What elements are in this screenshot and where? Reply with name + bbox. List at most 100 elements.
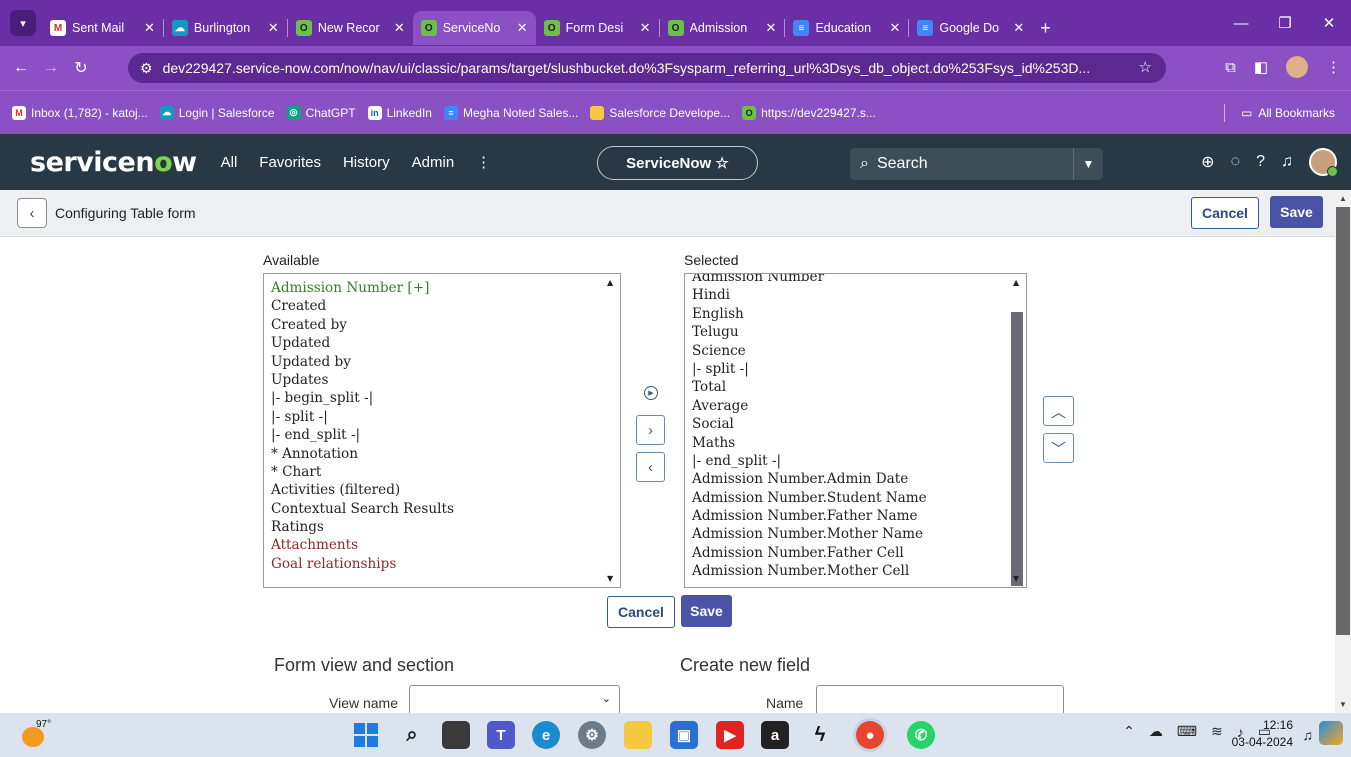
selected-option[interactable]: Total xyxy=(685,378,1026,396)
windows-start-icon[interactable] xyxy=(352,721,380,749)
side-panel-icon[interactable]: ◧ xyxy=(1254,58,1268,76)
selected-listbox[interactable]: Admission Number Hindi English Telugu Scienc… xyxy=(684,273,1027,588)
whatsapp-icon[interactable]: ✆ xyxy=(907,721,935,749)
cancel-button[interactable]: Cancel xyxy=(607,596,675,628)
browser-menu-icon[interactable]: ⋮ xyxy=(1326,58,1341,76)
bookmark-item[interactable]: M Inbox (1,782) - katoj... xyxy=(12,105,148,120)
globe-icon[interactable]: ⊕ xyxy=(1201,152,1214,172)
all-bookmarks[interactable]: ▭ All Bookmarks xyxy=(1223,104,1335,122)
bookmark-star-icon[interactable]: ☆ xyxy=(1139,58,1152,76)
close-tab-icon[interactable]: ✕ xyxy=(1013,20,1024,36)
page-scrollbar-thumb[interactable] xyxy=(1336,207,1350,635)
remove-from-selected-button[interactable]: ‹ xyxy=(636,452,665,482)
selected-option[interactable]: Average xyxy=(685,397,1026,415)
onedrive-icon[interactable]: ☁ xyxy=(1149,723,1163,740)
back-button[interactable]: ‹ xyxy=(17,198,47,228)
forward-arrow-icon[interactable]: → xyxy=(36,59,66,77)
available-scrollbar[interactable]: ▲ ▼ xyxy=(603,274,620,587)
minimize-icon[interactable]: — xyxy=(1219,15,1263,32)
selected-option[interactable]: Admission Number.Mother Cell xyxy=(685,562,1026,580)
close-tab-icon[interactable]: ✕ xyxy=(268,20,279,36)
close-tab-icon[interactable]: ✕ xyxy=(766,20,777,36)
help-icon[interactable]: ? xyxy=(1256,153,1265,171)
global-search[interactable]: ⌕ Search ▼ xyxy=(850,148,1103,180)
browser-tab[interactable]: M Sent Mail ✕ xyxy=(42,11,163,45)
scroll-up-icon[interactable]: ▲ xyxy=(1013,278,1019,287)
available-option[interactable]: Created by xyxy=(264,316,620,334)
close-window-icon[interactable]: ✕ xyxy=(1307,14,1351,32)
close-tab-icon[interactable]: ✕ xyxy=(517,20,528,36)
keyboard-icon[interactable]: ⌨ xyxy=(1177,723,1197,740)
move-down-button[interactable]: ﹀ xyxy=(1043,433,1074,463)
nav-admin[interactable]: Admin xyxy=(412,154,455,171)
selected-option[interactable]: Science xyxy=(685,342,1026,360)
bookmark-item[interactable]: Ohttps://dev229427.s... xyxy=(742,105,876,120)
bookmark-item[interactable]: ◎ ChatGPT xyxy=(286,105,356,120)
save-button[interactable]: Save xyxy=(681,595,732,627)
wifi-icon[interactable]: ≋ xyxy=(1211,723,1223,740)
bookmark-item[interactable]: ≡ Megha Noted Sales... xyxy=(443,105,578,120)
url-text[interactable]: dev229427.service-now.com/now/nav/ui/cla… xyxy=(163,60,1123,76)
selected-option[interactable]: Admission Number.Admin Date xyxy=(685,470,1026,488)
browser-tab[interactable]: O ServiceNo ✕ xyxy=(412,11,536,45)
more-menu-icon[interactable]: ⋮ xyxy=(476,153,491,171)
site-info-icon[interactable]: ⚙ xyxy=(140,60,153,77)
available-option[interactable]: Ratings xyxy=(264,518,620,536)
selected-option[interactable]: Admission Number.Student Name xyxy=(685,489,1026,507)
settings-gear-icon[interactable]: ⚙ xyxy=(578,721,606,749)
selected-option[interactable]: English xyxy=(685,305,1026,323)
scope-pill[interactable]: ServiceNow ☆ xyxy=(597,146,758,180)
available-option[interactable]: * Chart xyxy=(264,463,620,481)
available-option[interactable]: Updated xyxy=(264,334,620,352)
available-option[interactable]: Attachments xyxy=(264,536,620,554)
scroll-up-icon[interactable]: ▲ xyxy=(607,278,613,287)
available-option[interactable]: Admission Number [+] xyxy=(264,279,620,297)
header-save-button[interactable]: Save xyxy=(1270,196,1323,228)
preview-icon[interactable]: ▶ xyxy=(644,386,658,400)
bookmark-item[interactable]: Salesforce Develope... xyxy=(590,105,730,120)
bookmark-item[interactable]: ☁ Login | Salesforce xyxy=(159,105,275,120)
copilot-icon[interactable] xyxy=(1319,721,1343,745)
available-option[interactable]: Activities (filtered) xyxy=(264,481,620,499)
browser-tab[interactable]: ≡ Google Do ✕ xyxy=(909,11,1032,45)
available-option[interactable]: |- end_split -| xyxy=(264,426,620,444)
file-explorer-icon[interactable] xyxy=(624,721,652,749)
store-icon[interactable]: ▣ xyxy=(670,721,698,749)
add-to-selected-button[interactable]: › xyxy=(636,415,665,445)
scroll-up-icon[interactable]: ▲ xyxy=(1339,194,1347,203)
new-tab-button[interactable]: + xyxy=(1032,11,1059,45)
page-scrollbar[interactable]: ▲ ▼ xyxy=(1335,190,1351,713)
available-option[interactable]: Created xyxy=(264,297,620,315)
browser-tab[interactable]: ≡ Education ✕ xyxy=(785,11,908,45)
reload-icon[interactable]: ↻ xyxy=(66,58,96,78)
selected-option[interactable]: |- end_split -| xyxy=(685,452,1026,470)
selected-option[interactable]: Admission Number xyxy=(685,274,1026,286)
taskbar-clock[interactable]: 12:16 03-04-2024 xyxy=(1232,717,1293,751)
search-icon[interactable]: ⌕ xyxy=(398,721,426,749)
available-option[interactable]: |- begin_split -| xyxy=(264,389,620,407)
browser-tab[interactable]: O New Recor ✕ xyxy=(288,11,413,45)
selected-option[interactable]: Hindi xyxy=(685,286,1026,304)
search-dropdown-icon[interactable]: ▼ xyxy=(1073,148,1103,180)
weather-widget[interactable]: 97° xyxy=(22,719,52,749)
amazon-icon[interactable]: a xyxy=(761,721,789,749)
nav-favorites[interactable]: Favorites xyxy=(259,154,321,171)
extensions-icon[interactable]: ⧉ xyxy=(1225,59,1236,76)
back-arrow-icon[interactable]: ← xyxy=(6,59,36,77)
tab-search-chevron-icon[interactable]: ▾ xyxy=(10,10,36,36)
scroll-down-icon[interactable]: ▼ xyxy=(1339,700,1347,709)
selected-option[interactable]: Telugu xyxy=(685,323,1026,341)
browser-tab[interactable]: ☁ Burlington ✕ xyxy=(164,11,287,45)
user-avatar[interactable] xyxy=(1309,148,1338,177)
available-option[interactable]: Updated by xyxy=(264,353,620,371)
selected-option[interactable]: Social xyxy=(685,415,1026,433)
scroll-down-icon[interactable]: ▼ xyxy=(1013,574,1019,583)
selected-option[interactable]: |- split -| xyxy=(685,360,1026,378)
url-omnibox[interactable]: ⚙ dev229427.service-now.com/now/nav/ui/c… xyxy=(128,53,1166,83)
bolt-app-icon[interactable]: ϟ xyxy=(806,721,834,749)
header-cancel-button[interactable]: Cancel xyxy=(1191,197,1259,229)
view-name-select[interactable]: ⌄ xyxy=(409,685,620,715)
chrome-icon[interactable]: ● xyxy=(856,721,884,749)
name-input[interactable] xyxy=(816,685,1064,715)
scroll-down-icon[interactable]: ▼ xyxy=(607,574,613,583)
